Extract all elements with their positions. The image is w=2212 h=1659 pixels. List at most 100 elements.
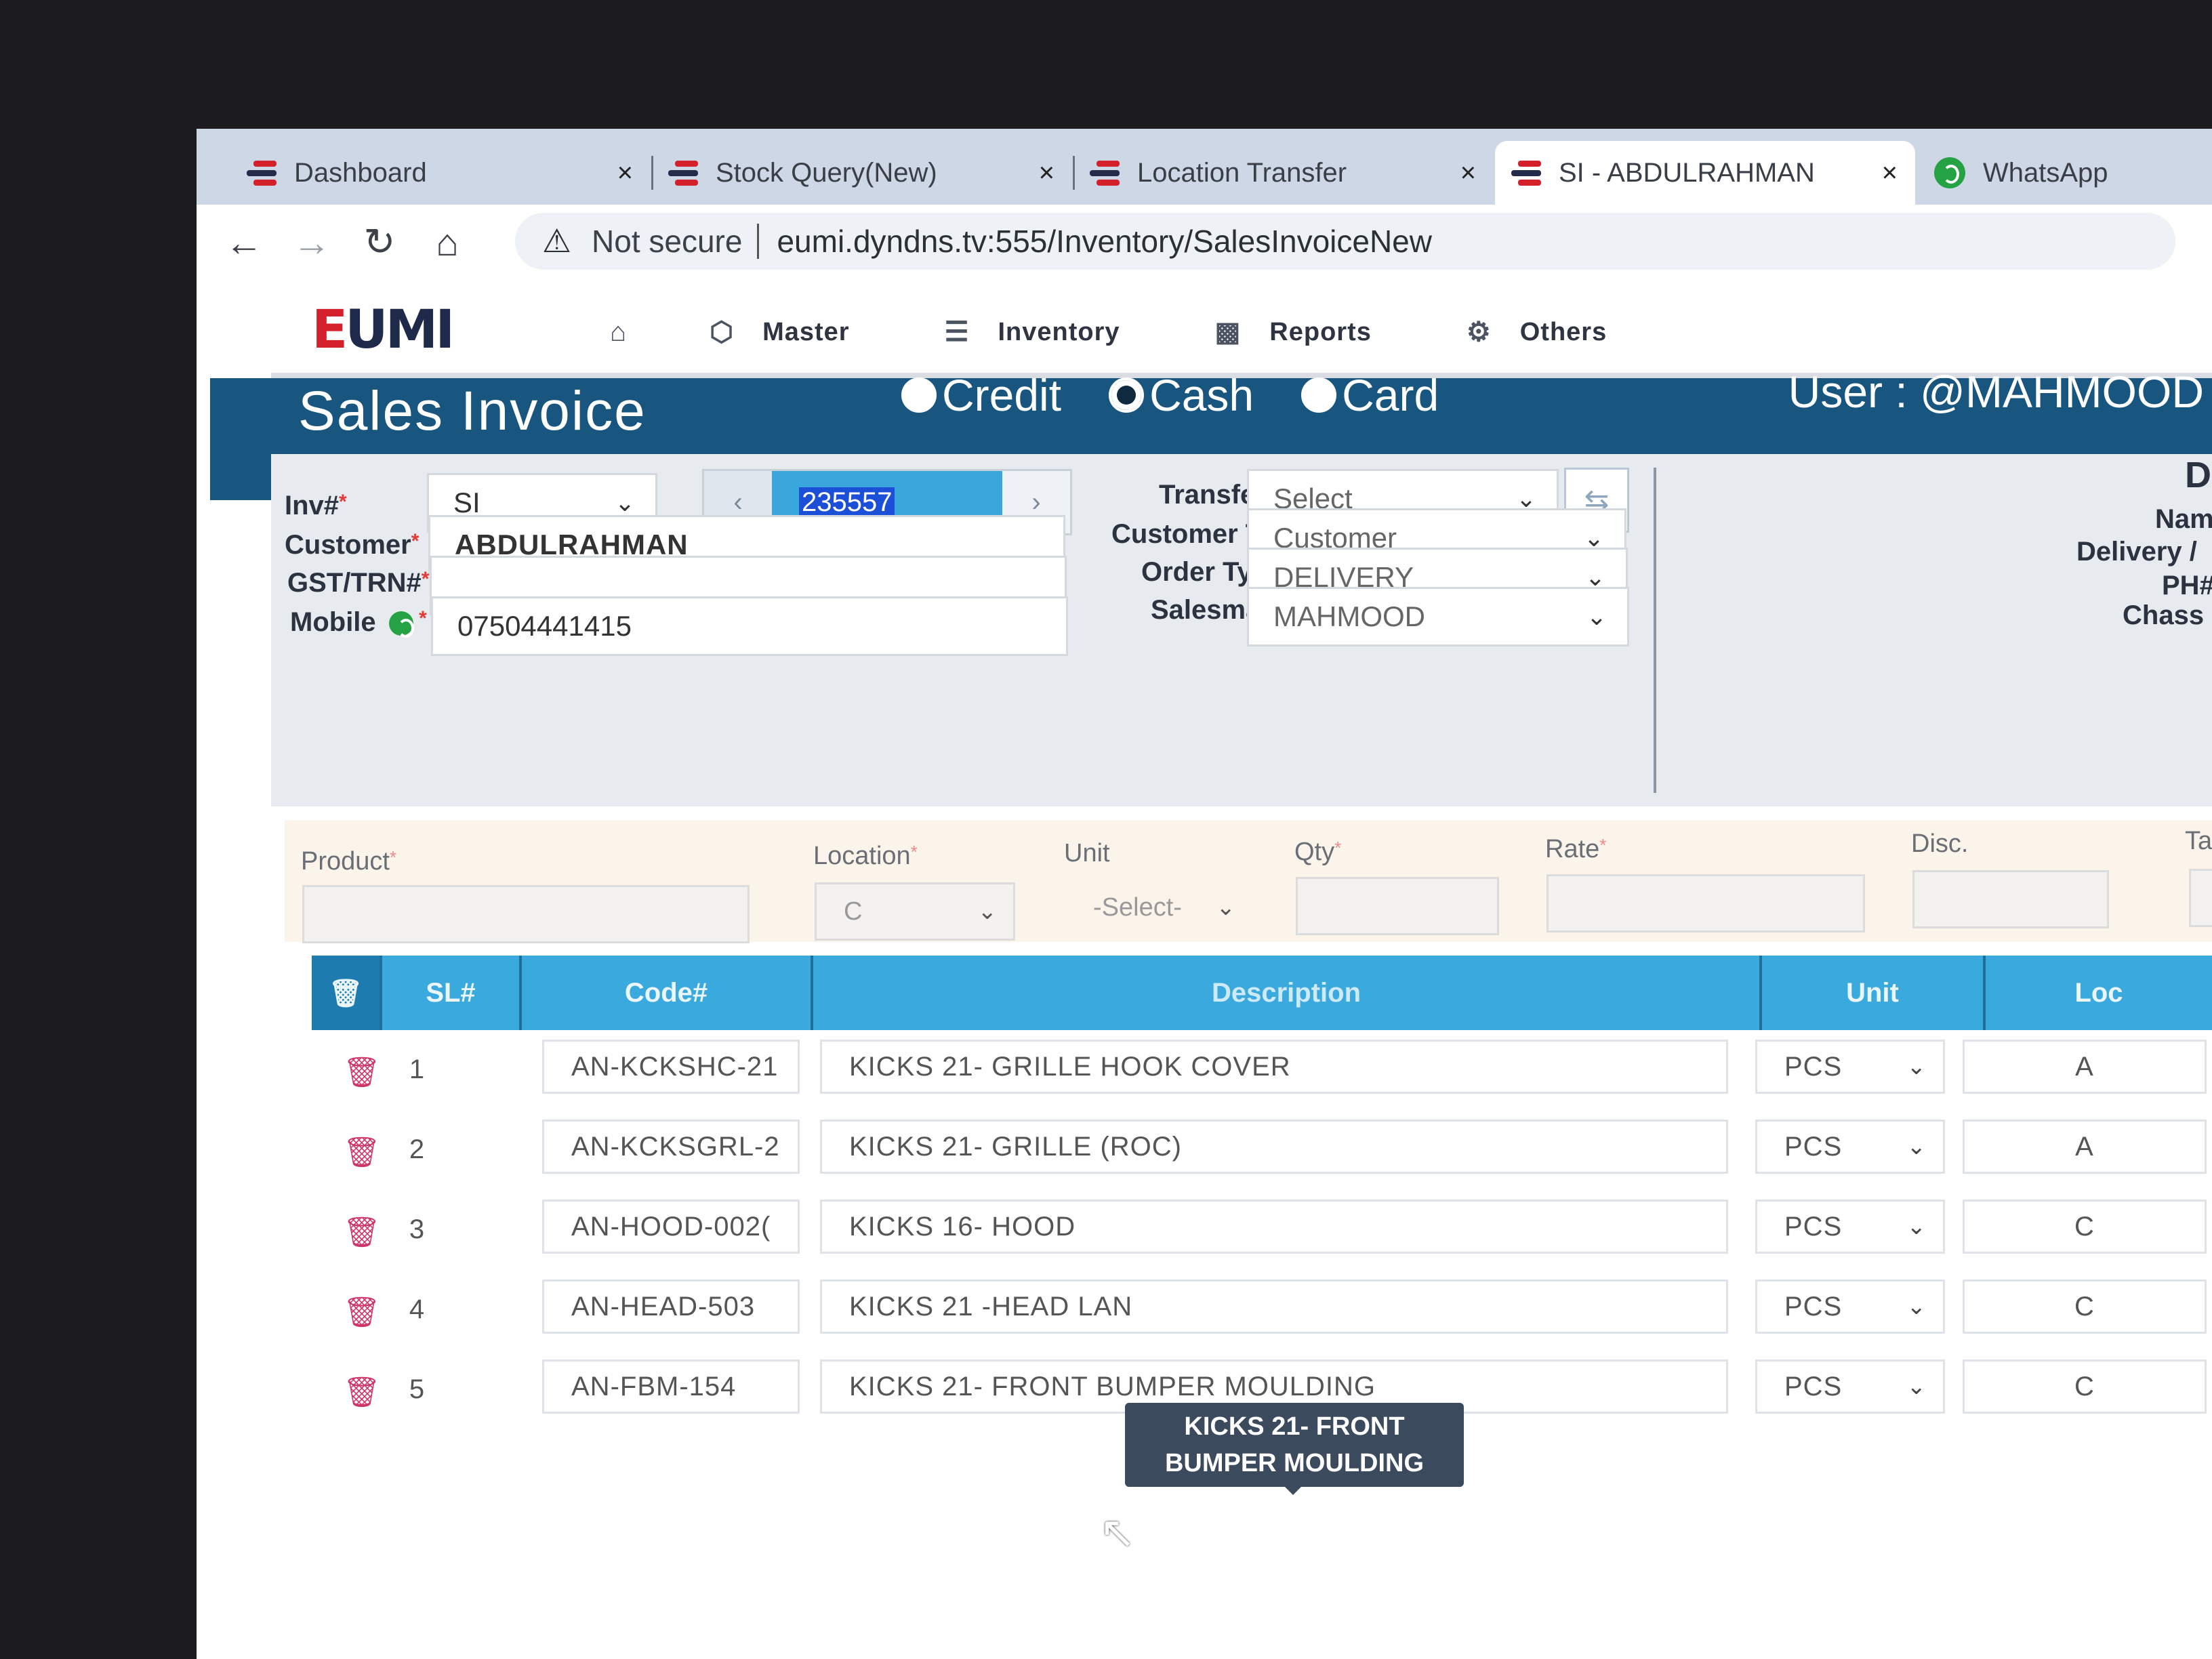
chassis-label: Chass <box>2123 600 2205 630</box>
radio-cash[interactable]: Cash <box>1109 369 1254 421</box>
product-input[interactable] <box>302 885 750 943</box>
row-sl: 2 <box>409 1134 425 1164</box>
forward-arrow-icon[interactable]: → <box>278 220 346 264</box>
row-unit-select[interactable]: PCS ⌄ <box>1755 1040 1945 1094</box>
url-bar[interactable]: ⚠ Not secure eumi.dyndns.tv:555/Inventor… <box>515 213 2175 270</box>
close-icon[interactable]: × <box>617 158 633 188</box>
radio-label: Credit <box>942 370 1062 420</box>
row-code[interactable]: AN-KCKSGRL-2 <box>542 1120 800 1174</box>
tab-dashboard[interactable]: Dashboard × <box>230 141 653 205</box>
inv-label: Inv#* <box>285 491 347 520</box>
table-row: 🗑 1 AN-KCKSHC-21 KICKS 21- GRILLE HOOK C… <box>312 1031 2212 1106</box>
tab-location-transfer[interactable]: Location Transfer × <box>1073 141 1494 205</box>
row-loc[interactable]: C <box>1963 1200 2207 1254</box>
inv-number-text: 235557 <box>799 487 895 518</box>
tab-label: Location Transfer <box>1137 157 1347 188</box>
logo-text: EUMI <box>312 300 455 361</box>
layers-icon: ☰ <box>944 317 970 347</box>
browser-window: Dashboard × Stock Query(New) × Location … <box>197 129 2212 1659</box>
header-code: Code# <box>522 956 813 1030</box>
reload-icon[interactable]: ↻ <box>346 220 413 264</box>
delete-all-column[interactable]: 🗑 <box>312 956 382 1030</box>
nav-master[interactable]: ⬡ Master <box>710 316 849 348</box>
security-label[interactable]: Not secure <box>592 223 742 260</box>
row-code[interactable]: AN-HEAD-503 <box>542 1279 800 1334</box>
url-text[interactable]: eumi.dyndns.tv:555/Inventory/SalesInvoic… <box>777 223 1432 260</box>
row-loc[interactable]: A <box>1963 1040 2207 1094</box>
row-code[interactable]: AN-KCKSHC-21 <box>542 1040 800 1094</box>
row-loc[interactable]: A <box>1963 1120 2207 1174</box>
rate-input[interactable] <box>1547 874 1865 933</box>
row-loc[interactable]: C <box>1963 1359 2207 1414</box>
chevron-down-icon: ⌄ <box>977 899 998 924</box>
phone-label: PH# <box>2162 571 2212 600</box>
close-icon[interactable]: × <box>1882 158 1898 188</box>
tab-label: SI - ABDULRAHMAN <box>1559 157 1815 188</box>
row-unit-select[interactable]: PCS ⌄ <box>1755 1200 1945 1254</box>
unit-label: Unit <box>1064 839 1110 867</box>
disc-input[interactable] <box>1912 870 2109 928</box>
qty-input[interactable] <box>1296 877 1499 935</box>
location-select[interactable]: C ⌄ <box>815 882 1015 941</box>
select-value: PCS <box>1784 1051 1843 1082</box>
tab-sales-invoice[interactable]: SI - ABDULRAHMAN × <box>1495 141 1915 205</box>
rate-label: Rate* <box>1545 835 1607 863</box>
description-tooltip: KICKS 21- FRONT BUMPER MOULDING <box>1125 1403 1464 1495</box>
radio-button[interactable] <box>1301 377 1337 413</box>
tooltip-line: BUMPER MOULDING <box>1164 1449 1425 1477</box>
header-unit: Unit <box>1762 956 1986 1030</box>
row-description[interactable]: KICKS 21- GRILLE HOOK COVER <box>820 1040 1728 1094</box>
nav-inventory[interactable]: ☰ Inventory <box>945 316 1120 348</box>
tab-whatsapp[interactable]: WhatsApp <box>1918 141 2212 205</box>
row-description[interactable]: KICKS 21- GRILLE (ROC) <box>820 1120 1728 1174</box>
column-divider <box>1654 468 1656 793</box>
nav-label: Master <box>762 317 850 346</box>
warning-icon[interactable]: ⚠ <box>542 222 571 260</box>
current-user: User : @MAHMOOD <box>1788 367 2204 417</box>
radio-button[interactable] <box>1109 377 1145 413</box>
address-bar: ← → ↻ ⌂ ⚠ Not secure eumi.dyndns.tv:555/… <box>197 205 2212 279</box>
bar-chart-icon: ▩ <box>1214 317 1242 347</box>
gear-icon: ⚙ <box>1466 317 1492 347</box>
tax-input[interactable] <box>2189 869 2212 927</box>
row-unit-select[interactable]: PCS ⌄ <box>1755 1359 1945 1414</box>
eumi-favicon-icon <box>247 159 276 186</box>
salesman-select[interactable]: MAHMOOD ⌄ <box>1247 587 1629 647</box>
select-value: PCS <box>1784 1131 1843 1162</box>
tab-stock-query[interactable]: Stock Query(New) × <box>652 141 1075 205</box>
row-sl: 5 <box>409 1374 425 1404</box>
tab-label: Stock Query(New) <box>716 157 937 188</box>
table-row: 🗑 2 AN-KCKSGRL-2 KICKS 21- GRILLE (ROC) … <box>312 1111 2212 1186</box>
nav-reports[interactable]: ▩ Reports <box>1215 316 1372 348</box>
nav-label: Reports <box>1269 317 1372 346</box>
row-description[interactable]: KICKS 16- HOOD <box>820 1200 1728 1254</box>
home-icon[interactable]: ⌂ <box>413 220 481 264</box>
close-icon[interactable]: × <box>1039 158 1054 188</box>
row-unit-select[interactable]: PCS ⌄ <box>1755 1279 1945 1334</box>
home-icon: ⌂ <box>610 316 628 347</box>
chevron-down-icon: ⌄ <box>1906 1374 1927 1399</box>
row-description[interactable]: KICKS 21 -HEAD LAN <box>820 1279 1728 1334</box>
nav-label: Inventory <box>998 317 1120 346</box>
unit-select[interactable]: -Select- ⌄ <box>1064 878 1254 937</box>
nav-others[interactable]: ⚙ Others <box>1467 316 1607 348</box>
row-unit-select[interactable]: PCS ⌄ <box>1755 1120 1945 1174</box>
radio-button[interactable] <box>901 377 937 413</box>
close-icon[interactable]: × <box>1460 158 1476 188</box>
radio-credit[interactable]: Credit <box>901 369 1061 421</box>
back-arrow-icon[interactable]: ← <box>210 220 278 264</box>
select-value: PCS <box>1784 1211 1843 1242</box>
delivery-label: Delivery / <box>2076 537 2197 567</box>
right-panel-heading: D <box>2185 455 2211 495</box>
eumi-logo[interactable]: EUMI <box>312 300 508 361</box>
row-loc[interactable]: C <box>1963 1279 2207 1334</box>
select-value: C <box>844 897 863 926</box>
row-code[interactable]: AN-FBM-154 <box>542 1359 800 1414</box>
eumi-favicon-icon <box>1090 159 1120 186</box>
mobile-input[interactable]: 07504441415 <box>431 596 1068 656</box>
app-navbar: EUMI ⌂ ⬡ Master ☰ Inventory ▩ Reports ⚙ Othe… <box>271 291 2212 378</box>
row-code[interactable]: AN-HOOD-002( <box>542 1200 800 1254</box>
radio-card[interactable]: Card <box>1301 369 1439 421</box>
nav-home[interactable]: ⌂ <box>610 317 655 348</box>
trash-icon[interactable]: 🗑 <box>329 977 363 1009</box>
